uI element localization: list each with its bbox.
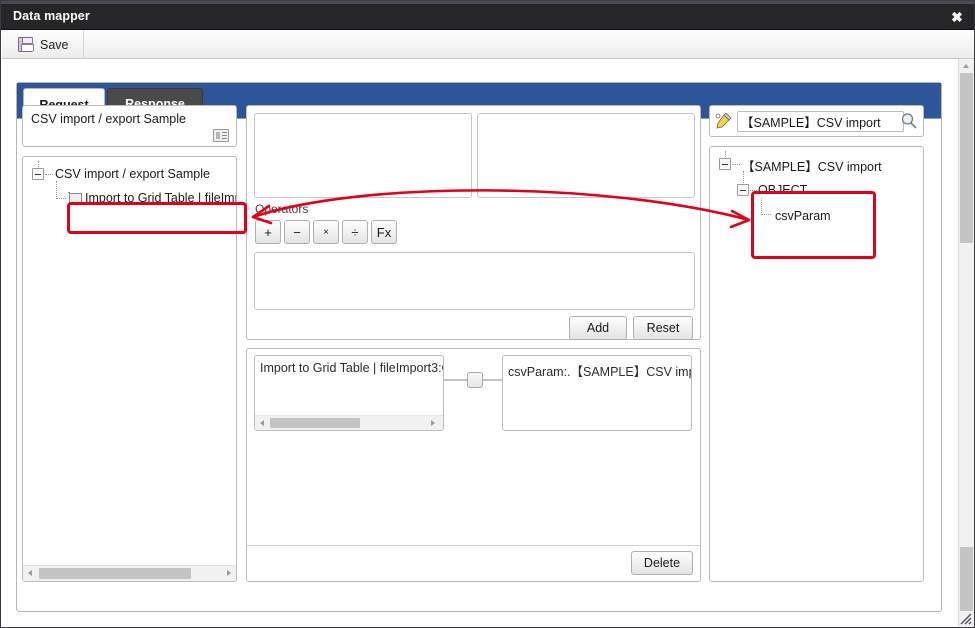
source-tree[interactable]: CSV import / export Sample Import to Gri… xyxy=(22,156,237,582)
tree-connector xyxy=(761,198,762,215)
target-search-bar xyxy=(709,105,924,137)
resize-grip-icon[interactable] xyxy=(959,612,973,626)
mapping-target-box[interactable]: csvParam:.【SAMPLE】CSV import xyxy=(502,355,692,431)
scroll-left-arrow-icon[interactable] xyxy=(255,416,269,430)
formula-input-box[interactable] xyxy=(254,252,695,310)
vertical-scrollbar[interactable] xyxy=(958,59,974,627)
tree-connector xyxy=(743,171,744,185)
operators-label: Operators xyxy=(255,202,309,216)
tree-expander-root-right[interactable] xyxy=(719,158,731,170)
save-button-label: Save xyxy=(40,37,69,52)
tree-connector xyxy=(725,151,726,159)
mapping-link-checkbox[interactable] xyxy=(467,372,483,388)
tree-connector xyxy=(45,174,53,175)
mapping-source-box[interactable]: Import to Grid Table | fileImport3:CS xyxy=(254,355,444,431)
scroll-right-arrow-icon[interactable] xyxy=(222,566,236,581)
reset-button[interactable]: Reset xyxy=(633,316,693,340)
target-search-input[interactable] xyxy=(737,111,904,132)
source-header-title: CSV import / export Sample xyxy=(31,112,186,126)
tree-expander-root-left[interactable] xyxy=(32,168,44,180)
tree-connector xyxy=(750,190,757,191)
save-button[interactable]: Save xyxy=(10,30,84,59)
source-tree-hscrollbar[interactable] xyxy=(23,565,236,581)
vertical-scrollbar-thumb[interactable] xyxy=(960,73,973,243)
tree-connector xyxy=(56,198,66,199)
source-panel: CSV import / export Sample CSV import / … xyxy=(22,105,237,582)
operator-multiply-button[interactable]: × xyxy=(313,220,339,244)
tree-connector xyxy=(761,214,771,215)
operator-minus-button[interactable]: − xyxy=(284,220,310,244)
tree-expander-object[interactable] xyxy=(737,184,749,196)
tree-node-label[interactable]: CSV import / export Sample xyxy=(55,167,210,181)
floppy-disk-icon xyxy=(18,37,34,52)
expression-left-box[interactable] xyxy=(254,113,472,198)
scroll-right-arrow-icon[interactable] xyxy=(426,416,440,430)
tree-node-label-object[interactable]: OBJECT xyxy=(758,183,807,197)
tree-node-label-selected[interactable]: Import to Grid Table | fileImp xyxy=(85,191,236,205)
tree-node-label[interactable]: 【SAMPLE】CSV import xyxy=(742,156,882,175)
source-tree-hscroll-thumb[interactable] xyxy=(39,568,191,579)
data-mapper-window: Data mapper ✖ Save Request Response xyxy=(0,0,975,628)
expression-panel: Operators + − × ÷ Fx Add Reset Import to… xyxy=(246,105,701,582)
expression-builder: Operators + − × ÷ Fx Add Reset xyxy=(246,105,701,340)
vertical-scrollbar-thumb-lower[interactable] xyxy=(960,547,973,611)
operator-plus-button[interactable]: + xyxy=(255,220,281,244)
window-title: Data mapper xyxy=(13,9,90,23)
pencil-edit-icon[interactable] xyxy=(715,112,732,135)
tree-connector xyxy=(56,181,57,199)
magnifier-search-icon[interactable] xyxy=(900,112,918,135)
window-titlebar: Data mapper ✖ xyxy=(1,4,974,30)
add-button[interactable]: Add xyxy=(569,316,627,340)
tree-connector xyxy=(732,164,740,165)
close-icon[interactable]: ✖ xyxy=(948,8,966,26)
target-panel: 【SAMPLE】CSV import OBJECT csvParam xyxy=(709,105,924,582)
source-header-box[interactable]: CSV import / export Sample xyxy=(22,105,237,147)
mapping-source-hscroll-thumb[interactable] xyxy=(270,418,360,428)
list-detail-icon[interactable] xyxy=(213,129,229,142)
expression-right-box[interactable] xyxy=(477,113,695,198)
tree-connector xyxy=(38,161,39,169)
mapping-target-text: csvParam:.【SAMPLE】CSV import xyxy=(508,365,692,379)
toolbar: Save xyxy=(2,30,974,59)
delete-button[interactable]: Delete xyxy=(631,551,693,575)
operator-divide-button[interactable]: ÷ xyxy=(342,220,368,244)
tree-node-label-csvparam[interactable]: csvParam xyxy=(775,209,831,223)
content-area: Request Response CSV import / export Sam… xyxy=(2,59,974,627)
field-node-icon xyxy=(68,192,82,207)
mapping-panel: Import to Grid Table | fileImport3:CS cs… xyxy=(246,348,701,582)
scroll-left-arrow-icon[interactable] xyxy=(23,566,37,581)
mapping-canvas[interactable]: Import to Grid Table | fileImport3:CS cs… xyxy=(247,349,700,546)
mapping-source-text: Import to Grid Table | fileImport3:CS xyxy=(260,361,444,375)
mapping-source-hscrollbar[interactable] xyxy=(255,415,443,430)
operator-function-button[interactable]: Fx xyxy=(371,220,397,244)
target-tree[interactable]: 【SAMPLE】CSV import OBJECT csvParam xyxy=(709,146,924,582)
scroll-up-arrow-icon[interactable] xyxy=(959,59,974,73)
